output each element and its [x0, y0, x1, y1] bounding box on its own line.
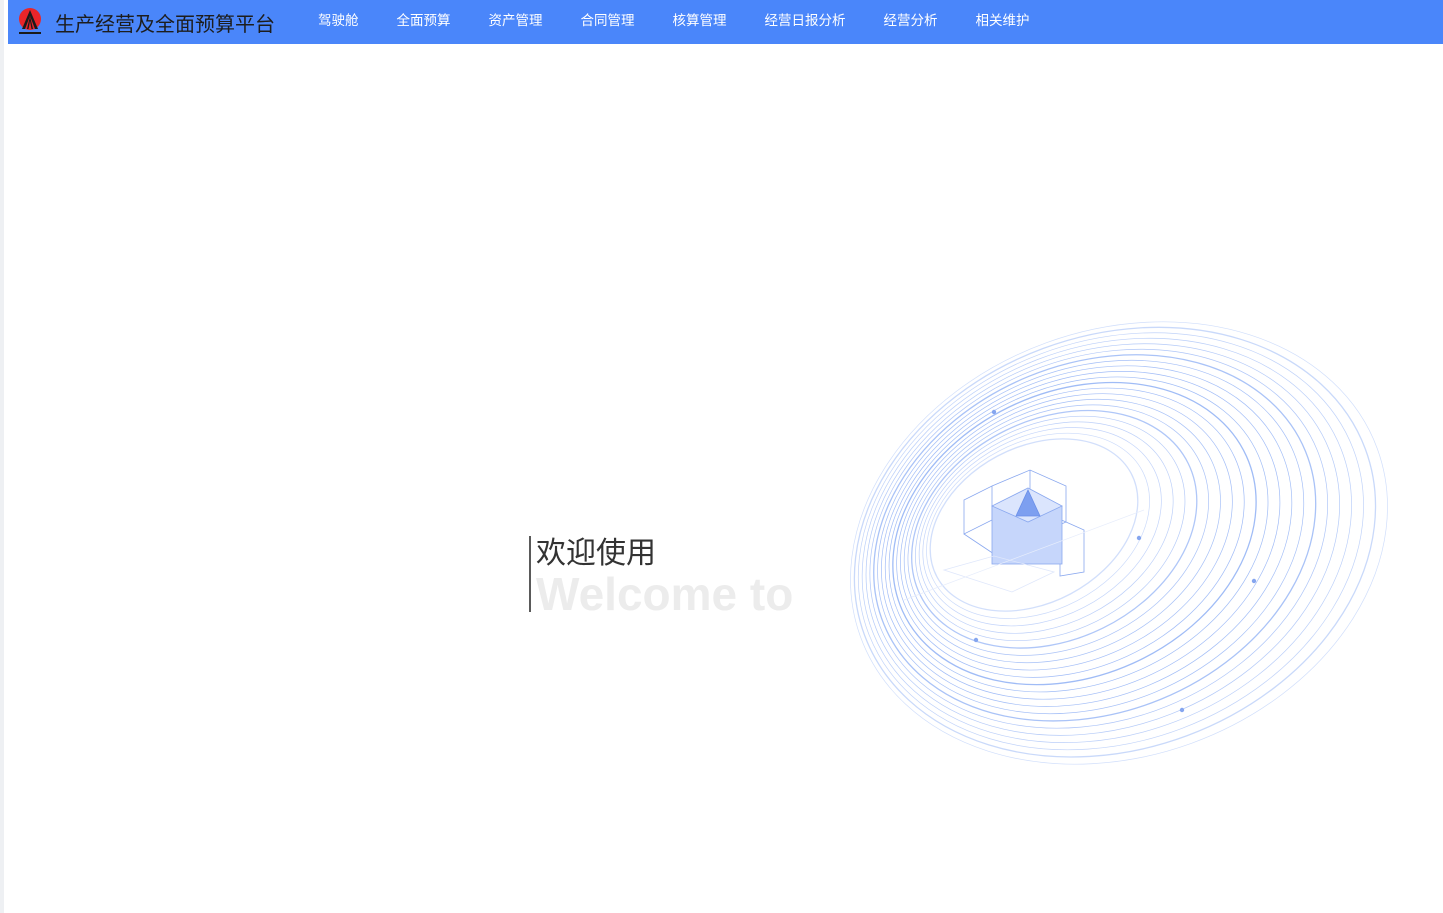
welcome-illustration — [850, 321, 1388, 765]
app-title: 生产经营及全面预算平台 — [55, 11, 275, 36]
brand[interactable]: 生产经营及全面预算平台 — [8, 0, 275, 44]
decorative-ring — [869, 348, 1328, 729]
main-menu: 驾驶舱 全面预算 资产管理 合同管理 核算管理 经营日报分析 经营分析 相关维护 — [299, 0, 1049, 44]
nav-item-accounting-management[interactable]: 核算管理 — [654, 0, 746, 44]
decorative-ring — [892, 381, 1257, 686]
cube-icon — [903, 469, 1145, 601]
nav-item-maintenance[interactable]: 相关维护 — [957, 0, 1049, 44]
decorative-ring — [850, 321, 1388, 765]
decorative-ring — [873, 354, 1317, 722]
company-logo-icon — [16, 7, 44, 37]
nav-item-asset-management[interactable]: 资产管理 — [470, 0, 562, 44]
decorative-ring — [877, 359, 1305, 715]
decorative-ring — [857, 332, 1364, 751]
welcome-block: Welcome to 欢迎使用 — [529, 536, 793, 620]
decorative-ring — [853, 326, 1377, 758]
decorative-ring — [861, 337, 1352, 743]
nav-item-daily-report-analysis[interactable]: 经营日报分析 — [746, 0, 865, 44]
nav-item-full-budget[interactable]: 全面预算 — [378, 0, 470, 44]
app-window: 生产经营及全面预算平台 驾驶舱 全面预算 资产管理 合同管理 核算管理 经营日报… — [0, 0, 1443, 913]
top-navigation-bar: 生产经营及全面预算平台 驾驶舱 全面预算 资产管理 合同管理 核算管理 经营日报… — [8, 0, 1443, 44]
welcome-chinese-text: 欢迎使用 — [536, 536, 656, 571]
welcome-english-text: Welcome to — [536, 568, 794, 620]
nav-item-business-analysis[interactable]: 经营分析 — [865, 0, 957, 44]
nav-item-cockpit[interactable]: 驾驶舱 — [299, 0, 378, 44]
nav-item-contract-management[interactable]: 合同管理 — [562, 0, 654, 44]
